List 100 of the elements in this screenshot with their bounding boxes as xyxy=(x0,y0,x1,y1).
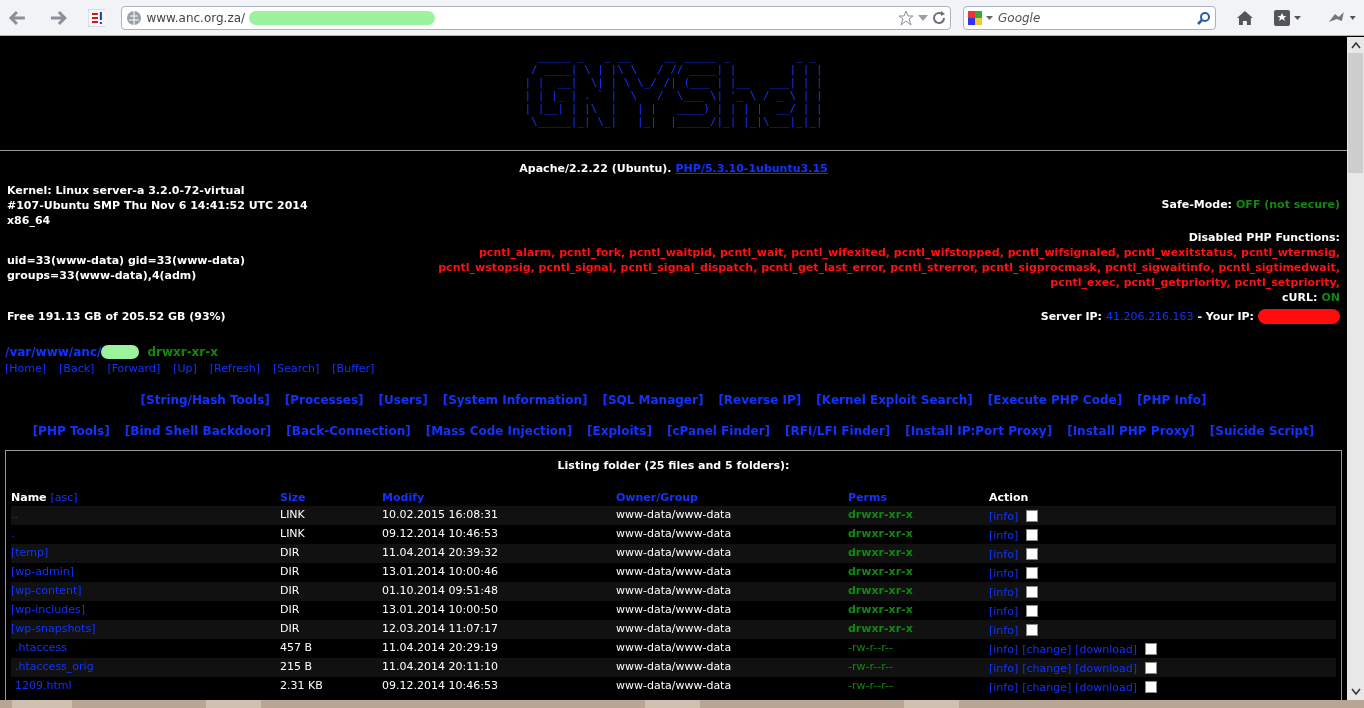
action-link[interactable]: [info] xyxy=(989,565,1019,583)
reload-icon[interactable] xyxy=(932,10,946,25)
checkbox[interactable] xyxy=(1026,604,1039,617)
checkbox[interactable] xyxy=(1026,547,1039,560)
column-header-link[interactable]: Owner/Group xyxy=(616,489,698,506)
nav-link[interactable]: [Search] xyxy=(272,361,320,378)
action-link[interactable]: [info] xyxy=(989,527,1019,545)
checkbox[interactable] xyxy=(1145,661,1158,674)
file-name-link[interactable]: .. xyxy=(11,508,18,522)
back-icon[interactable] xyxy=(8,9,28,26)
scroll-down-icon[interactable] xyxy=(1350,688,1361,696)
action-link[interactable]: [info] xyxy=(989,660,1019,678)
table-cell: www-data/www-data xyxy=(616,679,732,693)
file-name-link[interactable]: 1209.html xyxy=(15,679,72,693)
permissions-cell: -rw-r--r-- xyxy=(848,660,893,674)
column-header-link[interactable]: Size xyxy=(280,489,306,506)
nav-link[interactable]: [Back] xyxy=(59,361,95,378)
tool-link[interactable]: [cPanel Finder] xyxy=(666,421,771,440)
action-link[interactable]: [info] xyxy=(989,641,1019,659)
checkbox[interactable] xyxy=(1145,642,1158,655)
action-link[interactable]: [info] xyxy=(989,603,1019,621)
bookmarks-icon[interactable] xyxy=(1274,9,1303,26)
checkbox[interactable] xyxy=(1026,528,1039,541)
redaction-mark xyxy=(101,345,140,359)
table-cell: DIR xyxy=(280,546,300,560)
path-link[interactable]: /var/www/anc/ xyxy=(5,343,102,361)
tool-link[interactable]: [Exploits] xyxy=(587,421,652,440)
safe-mode-label: Safe-Mode: xyxy=(1161,196,1232,213)
tool-link[interactable]: [System Information] xyxy=(442,390,588,409)
file-name-link[interactable]: . xyxy=(11,527,15,541)
server-ip: 41.206.216.163 xyxy=(1105,308,1194,325)
checkbox[interactable] xyxy=(1026,623,1039,636)
tool-link[interactable]: [Reverse IP] xyxy=(718,390,802,409)
url-text: www.anc.org.za/ xyxy=(146,9,246,27)
globe-icon xyxy=(126,9,143,26)
addon-icon[interactable] xyxy=(87,8,106,27)
column-header-link[interactable]: Perms xyxy=(848,489,887,506)
table-cell: www-data/www-data xyxy=(616,508,732,522)
action-link[interactable]: [change] xyxy=(1022,641,1072,659)
table-cell: DIR xyxy=(280,622,300,636)
tool-link[interactable]: [PHP Info] xyxy=(1137,390,1207,409)
tool-link[interactable]: [Install IP:Port Proxy] xyxy=(905,421,1053,440)
tool-link[interactable]: [Execute PHP Code] xyxy=(987,390,1123,409)
action-link[interactable]: [info] xyxy=(989,546,1019,564)
table-cell: 09.12.2014 10:46:53 xyxy=(382,679,498,693)
action-link[interactable]: [info] xyxy=(989,622,1019,640)
action-link[interactable]: [info] xyxy=(989,679,1019,697)
action-link[interactable]: [download] xyxy=(1075,641,1138,659)
tool-link[interactable]: [Back-Connection] xyxy=(286,421,411,440)
tool-link[interactable]: [Users] xyxy=(378,390,428,409)
file-name-link[interactable]: [wp-includes] xyxy=(11,603,86,617)
nav-link[interactable]: [Home] xyxy=(5,361,47,378)
tool-link[interactable]: [PHP Tools] xyxy=(32,421,110,440)
nav-link[interactable]: [Up] xyxy=(173,361,197,378)
tool-link[interactable]: [String/Hash Tools] xyxy=(140,390,270,409)
table-cell: www-data/www-data xyxy=(616,565,732,579)
file-name-link[interactable]: [wp-snapshots] xyxy=(11,622,96,636)
checkbox[interactable] xyxy=(1145,680,1158,693)
nav-link[interactable]: [Refresh] xyxy=(209,361,260,378)
checkbox[interactable] xyxy=(1026,585,1039,598)
nav-link[interactable]: [Buffer] xyxy=(332,361,375,378)
search-engine-icon[interactable] xyxy=(968,10,994,25)
ascii-logo: _____ _ _ __ __ _____ _ _ _ / ____| \ | |\ \ / // ____| | | | | | | __| \| | \ \_/ /| (___ | |__ ___| | | | | |_ | . ` | \ / \___ \| '_ \ / _ \ | | | |__| | |\ | | | ____) | | | | __/ | | \_____|_| \_| |_| |_____/|_| |_|\___|_|_| xyxy=(524,50,823,128)
sort-link[interactable]: [asc] xyxy=(50,489,78,506)
action-link[interactable]: [change] xyxy=(1022,660,1072,678)
tool-link[interactable]: [Bind Shell Backdoor] xyxy=(124,421,272,440)
file-name-link[interactable]: [wp-admin] xyxy=(11,565,74,579)
file-name-link[interactable]: [temp] xyxy=(11,546,49,560)
scroll-up-icon[interactable] xyxy=(1350,41,1361,49)
action-link[interactable]: [info] xyxy=(989,508,1019,526)
tool-link[interactable]: [Mass Code Injection] xyxy=(425,421,573,440)
nav-link[interactable]: [Forward] xyxy=(107,361,161,378)
tool-link[interactable]: [Kernel Exploit Search] xyxy=(816,390,973,409)
tool-link[interactable]: [Processes] xyxy=(284,390,364,409)
tool-link[interactable]: [RFI/LFI Finder] xyxy=(785,421,891,440)
action-link[interactable]: [download] xyxy=(1075,679,1138,697)
action-link[interactable]: [download] xyxy=(1075,660,1138,678)
php-version-link[interactable]: PHP/5.3.10-1ubuntu3.15 xyxy=(675,161,828,178)
action-link[interactable]: [change] xyxy=(1022,679,1072,697)
dropdown-icon[interactable] xyxy=(918,13,928,22)
tool-link[interactable]: [SQL Manager] xyxy=(602,390,704,409)
checkbox[interactable] xyxy=(1026,509,1039,522)
kernel-info-line: x86_64 xyxy=(7,212,52,228)
search-field[interactable]: Google xyxy=(963,5,1217,30)
table-cell: www-data/www-data xyxy=(616,584,732,598)
action-link[interactable]: [info] xyxy=(989,584,1019,602)
address-bar[interactable]: www.anc.org.za/ xyxy=(121,5,951,30)
table-cell: 11.04.2014 20:39:32 xyxy=(382,546,498,560)
home-icon[interactable] xyxy=(1236,9,1255,26)
file-name-link[interactable]: [wp-content] xyxy=(11,584,82,598)
file-name-link[interactable]: .htaccess_orig xyxy=(15,660,94,674)
star-icon[interactable] xyxy=(898,9,914,26)
tool-link[interactable]: [Suicide Script] xyxy=(1209,421,1315,440)
checkbox[interactable] xyxy=(1026,566,1039,579)
permissions-cell: drwxr-xr-x xyxy=(848,622,913,636)
scrollbar-thumb[interactable] xyxy=(1348,53,1363,173)
file-name-link[interactable]: .htaccess xyxy=(15,641,67,655)
column-header-link[interactable]: Modify xyxy=(382,489,425,506)
search-icon[interactable] xyxy=(1197,10,1212,25)
tool-link[interactable]: [Install PHP Proxy] xyxy=(1067,421,1195,440)
